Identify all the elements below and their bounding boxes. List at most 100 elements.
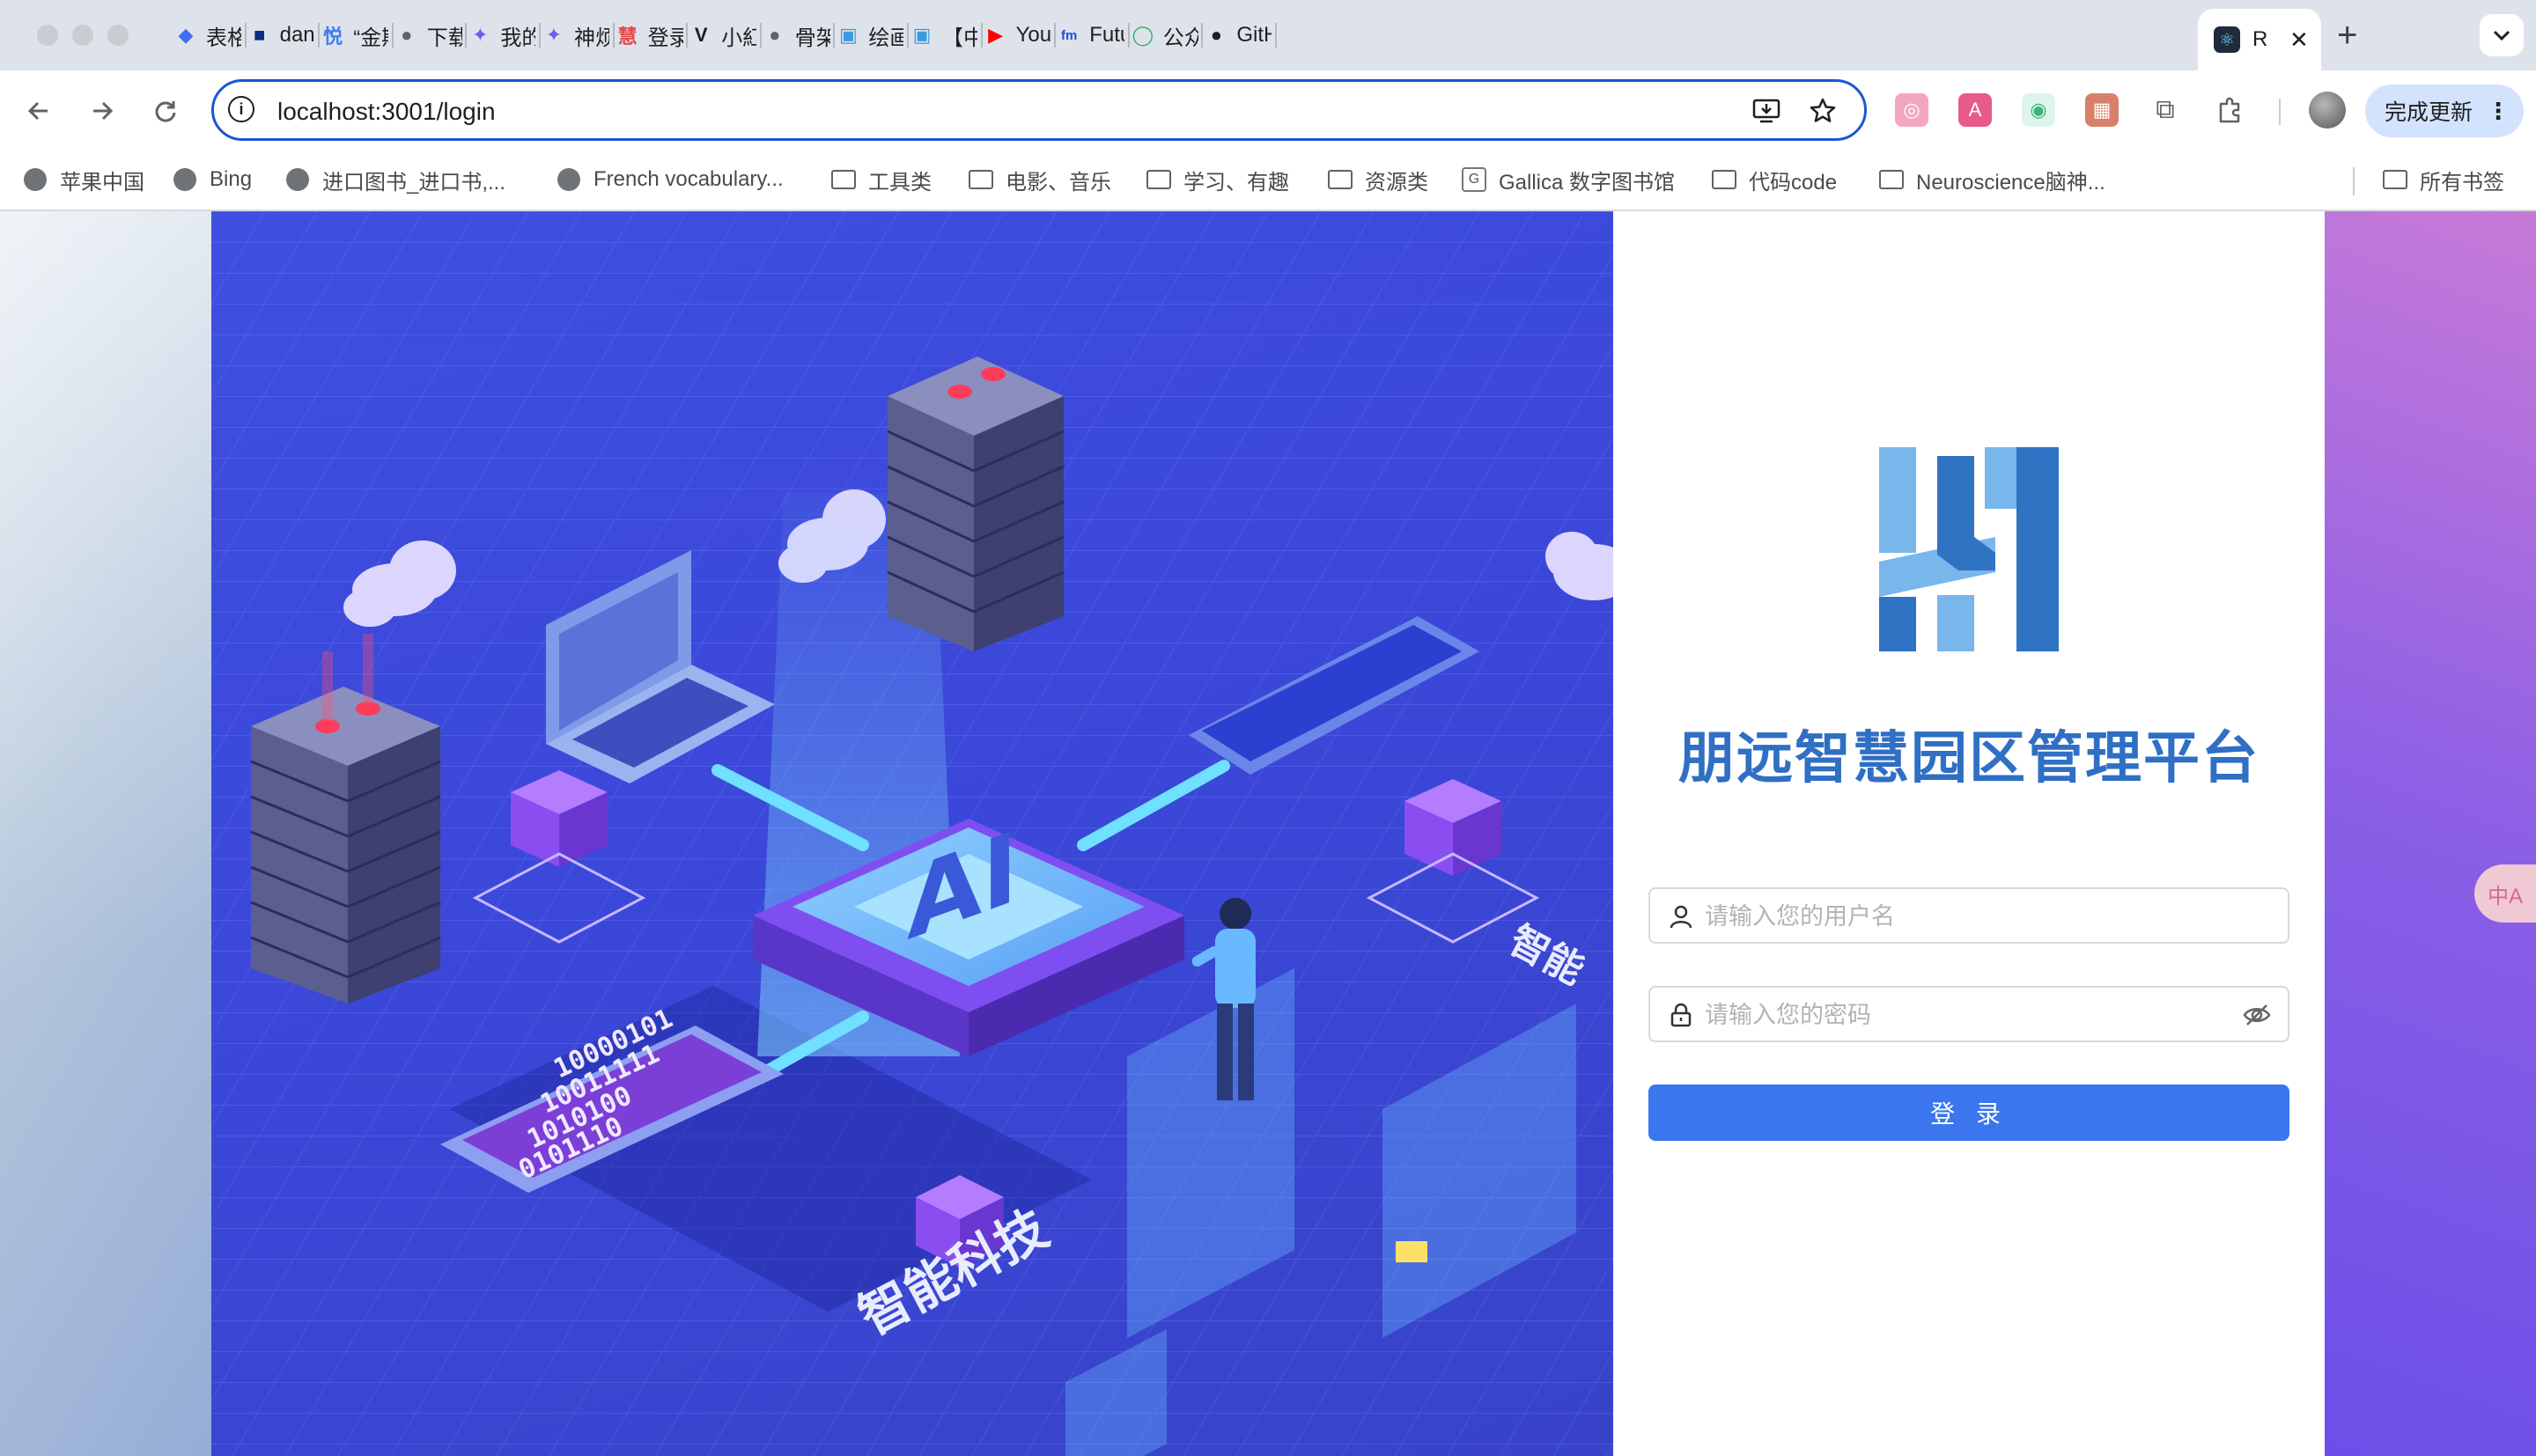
update-label: 完成更新 — [2385, 100, 2473, 125]
login-illustration: AI 10000101 10011111 1010100 0101110 智能科… — [211, 211, 1613, 1456]
window-zoom-button[interactable] — [107, 25, 129, 46]
tab-item[interactable]: V 小紅 — [688, 12, 762, 58]
tab-item[interactable]: ▣ 绘画- — [835, 12, 909, 58]
bookmark-item[interactable]: French vocabulary... — [557, 164, 784, 195]
folder-icon — [2383, 167, 2407, 192]
eye-invisible-icon[interactable] — [2242, 1000, 2272, 1030]
tab-label: GitHu — [1236, 23, 1272, 47]
globe-icon: ● — [769, 24, 781, 46]
tab-label: Futur — [1089, 23, 1124, 47]
translate-icon: 中A — [2487, 884, 2523, 908]
update-button[interactable]: 完成更新 ⋮ — [2365, 85, 2524, 137]
bookmark-label: 进口图书_进口书,... — [322, 170, 506, 195]
install-app-icon[interactable] — [1750, 94, 1783, 128]
login-page: AI 10000101 10011111 1010100 0101110 智能科… — [0, 211, 2536, 1456]
bookmark-item[interactable]: Bing — [173, 164, 252, 195]
background-decoration-right — [2325, 211, 2536, 1456]
tab-item[interactable]: ✦ 我的: — [467, 12, 541, 58]
extensions-puzzle-icon[interactable] — [2214, 93, 2247, 127]
tab-item[interactable]: ■ danie — [247, 12, 321, 58]
bookmark-item[interactable]: Neuroscience脑神... — [1879, 164, 2105, 195]
window-close-button[interactable] — [37, 25, 58, 46]
tab-separator — [1274, 23, 1277, 48]
github-icon: ● — [1210, 24, 1223, 46]
tab-item[interactable]: ◆ 表格 — [173, 12, 247, 58]
platform-title: 朋远智慧园区管理平台 — [1678, 726, 2260, 790]
back-button[interactable] — [19, 92, 58, 130]
copy-extension-icon[interactable]: ⧉ — [2149, 93, 2182, 127]
bookmark-item[interactable]: 电影、音乐 — [969, 164, 1111, 195]
folder-icon — [1328, 167, 1353, 192]
background-decoration-left — [0, 211, 211, 1456]
bookmark-item[interactable]: 资源类 — [1328, 164, 1428, 195]
color-extension-icon[interactable]: ◉ — [2022, 93, 2055, 127]
url-text[interactable]: localhost:3001/login — [277, 98, 496, 126]
arrow-left-icon — [27, 101, 48, 121]
tab-item[interactable]: ◯ 公众 — [1130, 12, 1204, 58]
bookmark-item[interactable]: 学习、有趣 — [1146, 164, 1289, 195]
tab-label: 公众 — [1162, 26, 1198, 50]
translate-float-button[interactable]: 中A — [2474, 864, 2536, 923]
tab-item[interactable]: 慧登录 — [615, 12, 689, 58]
bookmark-label: 电影、音乐 — [1006, 170, 1111, 195]
tab-item[interactable]: ▣ 【中 — [909, 12, 983, 58]
fm-icon: fm — [1061, 27, 1078, 43]
tab-label: 小紅 — [721, 26, 757, 50]
username-input[interactable] — [1703, 889, 2217, 944]
tab-active[interactable]: ⚛ R ✕ — [2198, 9, 2321, 70]
tab-item[interactable]: 悦 “金斯 — [320, 12, 394, 58]
youtube-icon: ▶ — [988, 24, 1004, 46]
bookmark-label: Neuroscience脑神... — [1916, 170, 2105, 195]
tab-label: R — [2252, 27, 2268, 51]
address-bar[interactable]: i localhost:3001/login — [211, 79, 1867, 141]
window-minimize-button[interactable] — [72, 25, 93, 46]
tab-item[interactable]: ✦ 神烦 — [541, 12, 615, 58]
translate-extension-icon[interactable]: A — [1958, 93, 1992, 127]
bookmark-star-icon[interactable] — [1806, 94, 1839, 128]
tab-label: danie — [279, 23, 315, 47]
bookmarks-divider — [2353, 167, 2355, 195]
tab-label: 表格 — [206, 26, 241, 50]
v-icon: V — [694, 24, 708, 46]
tab-label: 绘画- — [868, 26, 904, 50]
forward-button[interactable] — [83, 92, 122, 130]
folder-icon — [969, 167, 993, 192]
tab-item[interactable]: fm Futur — [1056, 12, 1130, 58]
tab-item[interactable]: ● 下载: — [394, 12, 468, 58]
tab-item[interactable]: ● 骨架 — [762, 12, 836, 58]
password-input[interactable] — [1703, 988, 2217, 1042]
tab-label: “金斯 — [353, 26, 388, 50]
username-field[interactable] — [1648, 887, 2289, 944]
password-field[interactable] — [1648, 986, 2289, 1042]
puzzle-game-extension-icon[interactable]: ▦ — [2085, 93, 2119, 127]
all-bookmarks[interactable]: 所有书签 — [2383, 164, 2504, 195]
site-info-icon[interactable]: i — [228, 96, 254, 122]
lock-icon — [1670, 1003, 1692, 1027]
react-icon: ⚛ — [2214, 26, 2240, 53]
tab-label: You'r — [1015, 23, 1051, 47]
new-tab-button[interactable]: + — [2337, 16, 2357, 55]
hui-icon: 慧 — [617, 26, 638, 48]
tab-search-button[interactable] — [2480, 14, 2524, 56]
bookmark-item[interactable]: G Gallica 数字图书馆 — [1462, 164, 1675, 195]
browser-toolbar: i localhost:3001/login ◎ A ◉ ▦ ⧉ 完成更新 ⋮ — [0, 70, 2536, 151]
tv-icon: ▣ — [912, 24, 932, 46]
bookmark-label: French vocabulary... — [593, 167, 784, 191]
avatar[interactable] — [2309, 92, 2346, 129]
bookmark-item[interactable]: 苹果中国 — [23, 164, 144, 195]
bookmark-item[interactable]: 进口图书_进口书,... — [285, 164, 505, 195]
openai-extension-icon[interactable]: ◎ — [1895, 93, 1928, 127]
bookmarks-bar: 苹果中国 Bing 进口图书_进口书,... French vocabulary...… — [0, 151, 2536, 211]
yue-icon: 悦 — [323, 26, 343, 48]
tab-item[interactable]: ● GitHu — [1203, 12, 1277, 58]
tab-label: 骨架 — [794, 26, 830, 50]
diamond-icon: ◆ — [178, 24, 194, 46]
login-button[interactable]: 登 录 — [1648, 1085, 2289, 1141]
tab-item[interactable]: ▶ You'r — [983, 12, 1057, 58]
bookmark-item[interactable]: 工具类 — [831, 164, 932, 195]
reload-button[interactable] — [146, 92, 185, 130]
login-panel: 朋远智慧园区管理平台 登 录 — [1613, 211, 2325, 1456]
bookmark-item[interactable]: 代码code — [1712, 164, 1837, 195]
close-icon[interactable]: ✕ — [2289, 26, 2309, 54]
user-icon — [1670, 905, 1692, 929]
